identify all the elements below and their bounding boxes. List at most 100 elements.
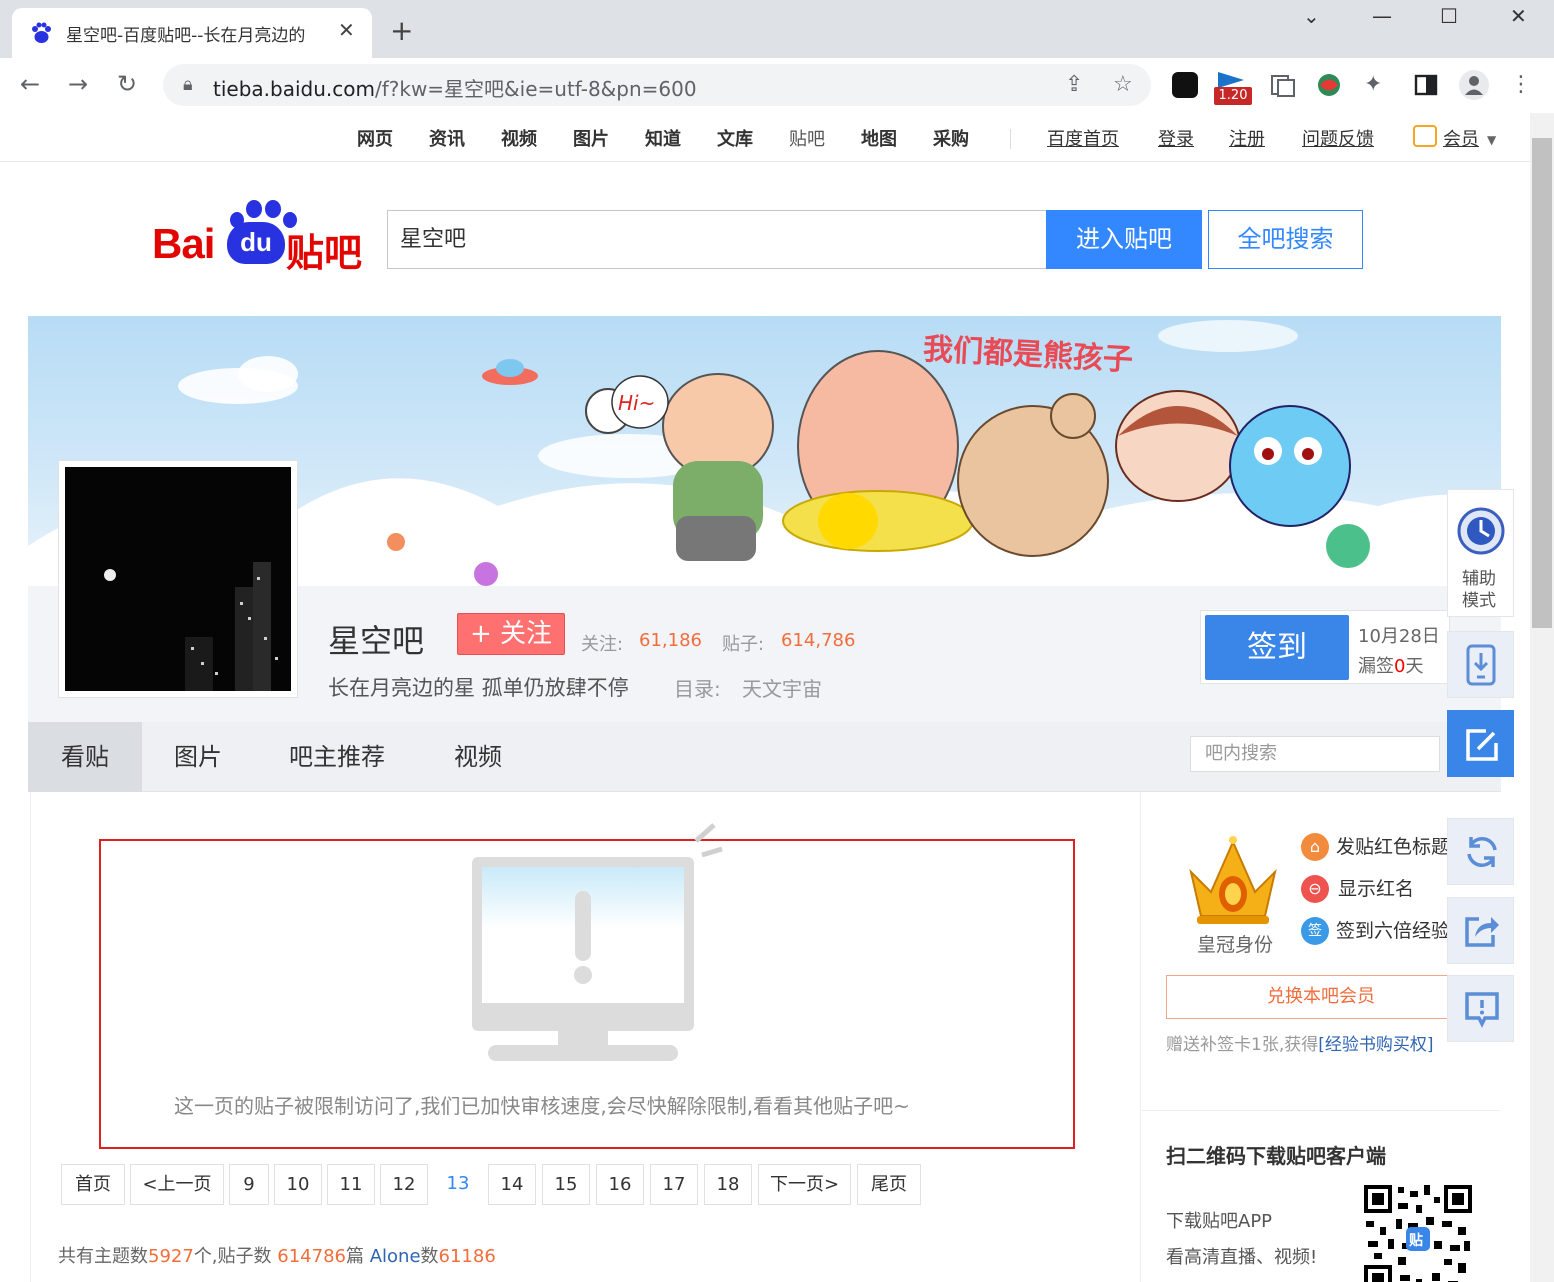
window-close-button[interactable]: ✕ [1510,4,1527,28]
new-tab-button[interactable]: + [390,14,413,47]
qr-download-title: 扫二维码下载贴吧客户端 [1166,1144,1386,1168]
qr-line-1: 下载贴吧APP [1166,1211,1273,1232]
perk-six-exp: 签到六倍经验 [1336,920,1451,942]
side-panel-icon[interactable] [1413,72,1439,98]
banner-slogan-art: 我们都是熊孩子 [922,332,1134,378]
link-register[interactable]: 注册 [1229,125,1265,151]
logo-bai-text: Bai [152,220,215,267]
search-input[interactable]: 星空吧 [387,210,1047,269]
signin-missed: 漏签0天 [1358,656,1424,677]
link-baidu-home[interactable]: 百度首页 [1047,125,1119,151]
monitor-warning-icon [472,823,723,1061]
tab-recommended[interactable]: 吧主推荐 [276,722,398,792]
crown-identity-label: 皇冠身份 [1197,934,1274,956]
minimize-button[interactable]: — [1372,4,1392,28]
crown-icon [1189,836,1277,924]
page-number[interactable]: 14 [488,1164,536,1205]
redeem-membership-button[interactable]: 兑换本吧会员 [1166,975,1476,1019]
back-arrow-icon[interactable]: ← [20,70,40,98]
exp-book-link[interactable]: [经验书购买权] [1318,1035,1433,1055]
tab-close-icon[interactable]: ✕ [338,18,355,42]
page-number[interactable]: 16 [596,1164,644,1205]
page-number[interactable]: 11 [327,1164,375,1205]
profile-avatar-icon[interactable] [1459,70,1489,100]
extension-mask-icon[interactable] [1172,72,1198,98]
browser-tab[interactable]: 星空吧-百度贴吧--长在月亮边的 ✕ [12,8,372,58]
member-dropdown-icon[interactable]: ▼ [1487,133,1496,147]
page-number[interactable]: 17 [650,1164,698,1205]
sidebar-divider [1142,1110,1500,1111]
directory-value[interactable]: 天文宇宙 [742,673,822,702]
address-bar[interactable]: 🔒︎ tieba.baidu.com/f?kw=星空吧&ie=utf-8&pn=… [163,64,1151,106]
nav-web[interactable]: 网页 [357,125,393,151]
nav-image[interactable]: 图片 [573,125,609,151]
scrollbar-thumb[interactable] [1532,138,1552,628]
page-number[interactable]: 12 [380,1164,428,1205]
name-tag-icon: ⊖ [1301,875,1329,903]
extension-badge-icon[interactable]: 1.20 [1214,70,1252,106]
nav-tieba[interactable]: 贴吧 [789,125,825,151]
signin-date: 10月28日 [1358,626,1440,647]
follow-button[interactable]: + 关注 [457,613,565,655]
night-sky-image [65,467,291,691]
tab-videos[interactable]: 视频 [433,722,523,792]
forward-arrow-icon[interactable]: → [68,70,88,98]
directory-label: 目录: [674,677,721,701]
accessibility-mode-button[interactable]: 辅助 模式 [1447,489,1514,617]
enter-tieba-button[interactable]: 进入贴吧 [1046,210,1202,269]
nav-map[interactable]: 地图 [861,125,897,151]
share-icon[interactable]: ⇪ [1065,72,1083,97]
share-button[interactable] [1447,897,1514,964]
follow-count-label: 关注: [581,634,624,655]
nav-shopping[interactable]: 采购 [933,125,969,151]
sign-icon: 签 [1301,917,1329,945]
forum-avatar[interactable] [58,460,298,698]
top-nav: 网页 资讯 视频 图片 知道 文库 贴吧 地图 采购 百度首页 登录 注册 问题… [0,113,1530,162]
share-out-icon [1465,917,1499,947]
page-last[interactable]: 尾页 [857,1164,921,1205]
bookmark-star-icon[interactable]: ☆ [1113,72,1133,97]
refresh-button[interactable] [1447,818,1514,885]
nav-news[interactable]: 资讯 [429,125,465,151]
tab-search-icon[interactable]: ⌄ [1303,4,1320,28]
page-next[interactable]: 下一页> [758,1164,851,1205]
perk-red-name: 显示红名 [1338,878,1415,900]
link-feedback[interactable]: 问题反馈 [1302,125,1374,151]
post-new-button[interactable] [1447,710,1514,777]
baidu-tieba-logo[interactable]: Bai du 贴吧 [152,200,362,275]
report-button[interactable] [1447,975,1514,1042]
puzzle-extensions-icon[interactable]: ✦ [1364,72,1390,98]
page-number[interactable]: 10 [274,1164,322,1205]
nav-zhidao[interactable]: 知道 [645,125,681,151]
in-forum-search-input[interactable]: 吧内搜索 [1190,736,1440,772]
download-app-button[interactable] [1447,631,1514,698]
lock-icon: 🔒︎ [183,74,193,95]
logo-paw-toe-icon [265,200,281,218]
bookmark-icon: ⌂ [1301,833,1329,861]
tab-manager-icon[interactable] [1270,72,1296,98]
posts-count-label: 贴子: [722,634,765,655]
reload-icon[interactable]: ↻ [117,70,137,98]
maximize-button[interactable]: ☐ [1440,4,1458,28]
globe-extension-icon[interactable] [1316,72,1342,98]
search-all-button[interactable]: 全吧搜索 [1208,210,1363,269]
tab-images[interactable]: 图片 [153,722,243,792]
signin-button[interactable]: 签到 [1205,615,1349,680]
nav-divider [1010,129,1011,149]
link-login[interactable]: 登录 [1158,125,1194,151]
more-menu-icon[interactable]: ⋮ [1510,72,1536,98]
page-number[interactable]: 15 [542,1164,590,1205]
baidu-paw-favicon-icon [32,22,51,43]
member-link[interactable]: 会员 [1443,125,1479,151]
tab-posts[interactable]: 看贴 [28,722,142,792]
page-number[interactable]: 18 [704,1164,752,1205]
page-number[interactable]: 9 [229,1164,269,1205]
qr-code-image: 贴 [1362,1183,1474,1282]
nav-wenku[interactable]: 文库 [717,125,753,151]
posts-count: 614,786 [781,630,856,651]
url-text: tieba.baidu.com/f?kw=星空吧&ie=utf-8&pn=600 [213,77,697,101]
page-prev[interactable]: <上一页 [130,1164,224,1205]
restricted-message: 这一页的贴子被限制访问了,我们已加快审核速度,会尽快解除限制,看看其他贴子吧~ [174,1094,910,1118]
page-first[interactable]: 首页 [61,1164,125,1205]
nav-video[interactable]: 视频 [501,125,537,151]
